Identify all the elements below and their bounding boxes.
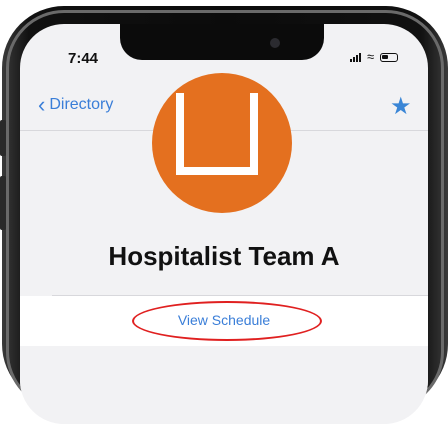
phone-screen: 7:44 ≈ ‹ Directory ★ Hospitalist Team A xyxy=(20,24,428,424)
wifi-icon: ≈ xyxy=(367,49,375,64)
page-title: Hospitalist Team A xyxy=(108,241,340,271)
back-button[interactable]: ‹ Directory xyxy=(38,92,114,117)
highlight-circle xyxy=(132,301,322,341)
phone-frame: 7:44 ≈ ‹ Directory ★ Hospitalist Team A xyxy=(0,0,448,424)
status-icons: ≈ xyxy=(350,49,399,64)
notch xyxy=(120,24,324,60)
side-button xyxy=(0,120,6,156)
back-label: Directory xyxy=(49,96,114,113)
favorite-star-icon[interactable]: ★ xyxy=(390,92,412,121)
signal-icon xyxy=(350,52,361,62)
battery-icon xyxy=(380,52,399,62)
avatar xyxy=(152,73,292,213)
camera-icon xyxy=(270,38,280,48)
status-time: 7:44 xyxy=(68,50,99,67)
profile-content: Hospitalist Team A View Schedule xyxy=(20,73,428,424)
schedule-cell: View Schedule xyxy=(20,296,428,346)
square-icon xyxy=(176,93,258,175)
side-button xyxy=(0,176,6,230)
chevron-left-icon: ‹ xyxy=(38,92,46,117)
